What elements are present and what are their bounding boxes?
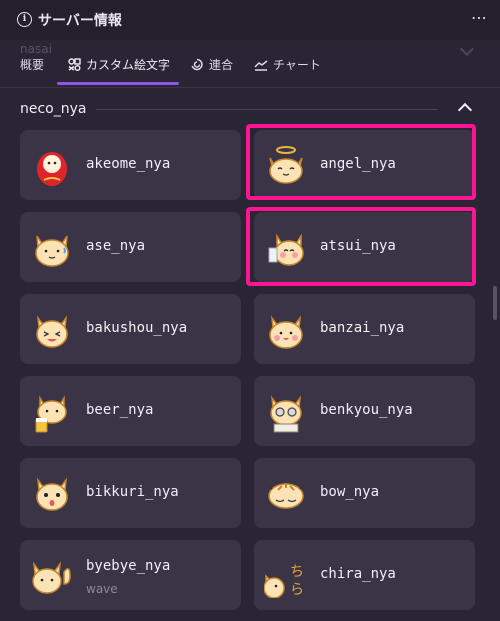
emoji-name: bow_nya <box>320 484 380 500</box>
emoji-card[interactable]: ase_nya <box>20 212 241 282</box>
emoji-card[interactable]: akeome_nya <box>20 130 241 200</box>
cat-emoji-icon <box>270 395 302 433</box>
emoji-name: byebye_nya <box>86 558 171 574</box>
highlight-box <box>246 207 476 286</box>
tab-label: チャート <box>273 58 321 72</box>
emoji-name: akeome_nya <box>86 156 171 172</box>
cat-emoji-icon <box>36 315 68 348</box>
cat-emoji-icon <box>35 235 69 267</box>
scrollbar-thumb[interactable] <box>493 286 497 320</box>
tab-federation[interactable]: 連合 <box>190 56 233 73</box>
tab-label: 連合 <box>209 58 234 72</box>
emoji-card[interactable]: benkyou_nya <box>254 376 475 446</box>
emoji-card[interactable]: bakushou_nya <box>20 294 241 364</box>
cat-emoji-icon: ち ら <box>264 564 304 598</box>
emoji-card[interactable]: beer_nya <box>20 376 241 446</box>
svg-text:ち: ち <box>290 564 304 580</box>
tab-custom-emoji[interactable]: カスタム絵文字 <box>68 56 170 73</box>
federation-icon <box>191 58 203 71</box>
collapse-chevron-icon[interactable] <box>457 102 473 118</box>
emoji-card[interactable]: bow_nya <box>254 458 475 528</box>
active-tab-indicator <box>57 82 179 85</box>
info-icon: i <box>17 12 32 27</box>
emoji-name: bikkuri_nya <box>86 484 179 500</box>
cat-emoji-icon <box>36 477 68 511</box>
emoji-card[interactable]: bikkuri_nya <box>20 458 241 528</box>
emoji-card[interactable]: ち ら chira_nya <box>254 540 475 610</box>
chart-icon <box>254 59 268 71</box>
section-title: neco_nya <box>20 101 87 117</box>
window-title: サーバー情報 <box>38 13 122 29</box>
cat-emoji-icon <box>32 561 71 594</box>
emoji-name: benkyou_nya <box>320 402 413 418</box>
tab-charts[interactable]: チャート <box>254 56 321 73</box>
emoji-name: ase_nya <box>86 238 146 254</box>
emoji-alias: wave <box>86 582 118 596</box>
emoji-name: chira_nya <box>320 566 396 582</box>
tab-overview[interactable]: 概要 <box>20 56 44 73</box>
cat-emoji-icon <box>37 152 67 186</box>
cat-emoji-icon <box>269 315 303 349</box>
cat-emoji-icon <box>35 395 67 433</box>
emoji-card[interactable]: banzai_nya <box>254 294 475 364</box>
svg-text:ら: ら <box>290 582 304 598</box>
emoji-name: beer_nya <box>86 402 154 418</box>
window-titlebar: i サーバー情報 ⋯ <box>0 0 500 40</box>
tab-label: 概要 <box>20 58 45 72</box>
emoji-card[interactable]: byebye_nya wave <box>20 540 241 610</box>
tab-label: カスタム絵文字 <box>86 58 171 72</box>
section-divider <box>96 109 438 110</box>
emoji-name: bakushou_nya <box>86 320 188 336</box>
more-menu-icon[interactable]: ⋯ <box>471 8 487 27</box>
scrolled-header-text: nasai <box>20 42 52 56</box>
cat-emoji-icon <box>267 483 305 509</box>
emoji-icon <box>68 58 81 71</box>
emoji-name: banzai_nya <box>320 320 405 336</box>
highlight-box <box>246 124 476 200</box>
